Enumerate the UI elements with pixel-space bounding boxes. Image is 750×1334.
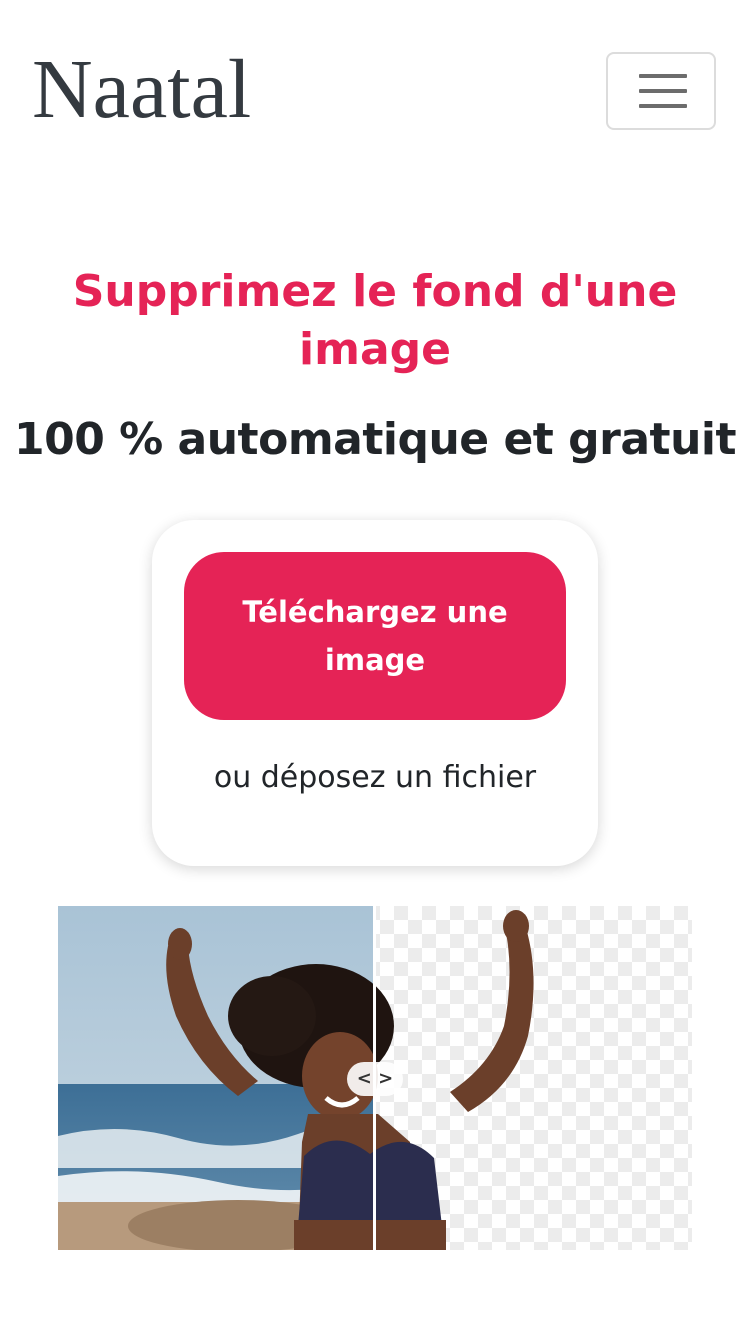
upload-card[interactable]: Téléchargez une image ou déposez un fich…: [152, 520, 598, 866]
drop-file-text: ou déposez un fichier: [213, 760, 537, 795]
navbar: Naatal: [0, 0, 750, 190]
brand-logo[interactable]: Naatal: [32, 42, 251, 138]
upload-image-button[interactable]: Téléchargez une image: [184, 552, 566, 720]
comparison-slider-handle[interactable]: < >: [347, 1062, 403, 1096]
before-after-comparison[interactable]: < >: [58, 906, 692, 1250]
page-subtitle: 100 % automatique et gratuit: [13, 413, 737, 465]
menu-toggle-button[interactable]: [606, 52, 716, 130]
page-title: Supprimez le fond d'une image: [72, 266, 678, 376]
